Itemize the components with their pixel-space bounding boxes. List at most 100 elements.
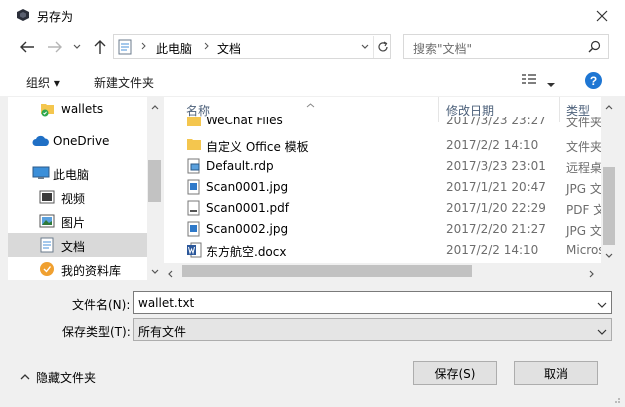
refresh-icon xyxy=(377,41,388,52)
sidebar-scrollbar[interactable] xyxy=(147,97,162,280)
pictures-folder-icon xyxy=(39,214,55,231)
recent-locations-button[interactable] xyxy=(70,36,84,58)
breadcrumb-separator-icon xyxy=(139,39,149,53)
view-dropdown-button[interactable] xyxy=(547,77,557,87)
sidebar-item-onedrive[interactable]: OneDrive xyxy=(8,129,147,153)
image-file-icon xyxy=(186,179,202,198)
library-icon xyxy=(39,261,55,280)
filetype-label: 保存类型(T): xyxy=(62,325,131,339)
close-icon xyxy=(596,10,608,22)
file-list-horizontal-scrollbar[interactable] xyxy=(164,263,601,280)
filename-field[interactable]: wallet.txt xyxy=(133,291,612,314)
breadcrumb-separator-icon xyxy=(202,39,212,53)
file-row-scan0001-pdf[interactable]: Scan0001.pdf 2017/1/20 22:29 PDF 文件 xyxy=(164,198,617,219)
file-name: Scan0001.pdf xyxy=(206,201,289,215)
sidebar-item-pictures[interactable]: 图片 xyxy=(8,209,147,233)
file-date: 2017/1/21 20:47 xyxy=(446,180,546,194)
documents-folder-icon xyxy=(118,39,132,58)
file-row-scan0001-jpg[interactable]: Scan0001.jpg 2017/1/21 20:47 JPG 文件 xyxy=(164,177,614,198)
video-folder-icon xyxy=(39,190,55,207)
sidebar-item-this-pc[interactable]: 此电脑 xyxy=(8,161,147,185)
search-input[interactable]: 搜索"文档" xyxy=(403,34,609,59)
file-row-docx[interactable]: 东方航空.docx 2017/2/2 14:10 Microsoft xyxy=(164,240,617,261)
hide-folders-toggle[interactable]: 隐藏文件夹 xyxy=(20,369,96,385)
sidebar-item-label: 我的资料库 xyxy=(61,264,122,278)
back-arrow-icon xyxy=(20,41,34,53)
scroll-thumb[interactable] xyxy=(148,160,161,202)
scroll-thumb[interactable] xyxy=(182,265,472,277)
scroll-left-arrow-icon[interactable] xyxy=(168,267,173,281)
sidebar-item-label: 文档 xyxy=(61,240,86,254)
file-row-office-templates[interactable]: 自定义 Office 模板 2017/2/2 14:10 文件夹 xyxy=(164,135,604,156)
sidebar-item-label: OneDrive xyxy=(53,134,110,148)
scroll-right-arrow-icon[interactable] xyxy=(589,267,594,281)
back-button[interactable] xyxy=(16,36,38,58)
breadcrumb-this-pc[interactable]: 此电脑 xyxy=(156,40,192,57)
rdp-file-icon xyxy=(186,158,202,177)
file-date: 2017/2/2 14:10 xyxy=(446,138,539,152)
filename-label: 文件名(N): xyxy=(72,298,131,312)
sidebar-item-library[interactable]: 我的资料库 xyxy=(8,257,147,281)
save-button[interactable]: 保存(S) xyxy=(413,361,497,385)
filename-value: wallet.txt xyxy=(138,296,195,310)
resize-grip-icon[interactable] xyxy=(611,393,621,403)
help-icon[interactable]: ? xyxy=(585,72,602,89)
filetype-select[interactable]: 所有文件 xyxy=(133,318,612,341)
hide-folders-label: 隐藏文件夹 xyxy=(36,370,97,385)
chevron-down-icon xyxy=(547,83,555,87)
file-name: WeChat Files xyxy=(206,117,283,127)
view-list-icon xyxy=(522,74,536,84)
close-button[interactable] xyxy=(588,4,616,28)
sidebar-item-label: 图片 xyxy=(61,216,86,230)
file-date: 2017/2/20 21:27 xyxy=(446,222,546,236)
address-dropdown-button[interactable] xyxy=(358,38,372,56)
forward-button[interactable] xyxy=(44,36,66,58)
scroll-thumb[interactable] xyxy=(603,167,615,245)
scroll-down-arrow-icon[interactable] xyxy=(601,247,617,263)
breadcrumb-documents[interactable]: 文档 xyxy=(217,40,241,57)
title-bar xyxy=(0,0,625,31)
chevron-down-icon xyxy=(361,44,369,49)
file-name: Scan0002.jpg xyxy=(206,222,289,236)
sidebar-item-videos[interactable]: 视频 xyxy=(8,185,147,209)
sidebar-item-label: wallets xyxy=(61,102,104,116)
file-row-wechat[interactable]: WeChat Files 2017/3/23 23:27 文件夹 xyxy=(164,117,604,129)
image-file-icon xyxy=(186,221,202,240)
app-icon xyxy=(16,8,30,22)
folder-sync-icon xyxy=(40,101,56,120)
window-title: 另存为 xyxy=(37,10,74,24)
scroll-down-arrow-icon[interactable] xyxy=(147,263,162,279)
sidebar-item-documents[interactable]: 文档 xyxy=(8,233,147,257)
new-folder-button[interactable]: 新建文件夹 xyxy=(94,74,154,91)
scrollbar-corner xyxy=(601,263,617,280)
file-list-vertical-scrollbar[interactable] xyxy=(601,97,617,263)
sidebar-item-label: 此电脑 xyxy=(53,168,90,182)
search-placeholder: 搜索"文档" xyxy=(413,42,473,56)
file-date: 2017/2/2 14:10 xyxy=(446,243,539,257)
file-type: 文件夹 xyxy=(566,117,603,129)
file-row-default-rdp[interactable]: Default.rdp 2017/3/23 23:01 远程桌面 xyxy=(164,156,614,177)
chevron-up-icon xyxy=(20,374,30,380)
scroll-up-arrow-icon[interactable] xyxy=(147,99,162,115)
address-bar[interactable]: 此电脑 文档 xyxy=(113,34,391,59)
file-name: Scan0001.jpg xyxy=(206,180,289,194)
documents-folder-icon xyxy=(40,237,54,256)
sidebar-item-wallets[interactable]: wallets xyxy=(8,97,147,121)
filetype-value: 所有文件 xyxy=(138,325,187,339)
file-row-scan0002-jpg[interactable]: Scan0002.jpg 2017/2/20 21:27 JPG 文件 xyxy=(164,219,614,240)
search-icon xyxy=(588,40,601,56)
folder-icon xyxy=(186,117,202,129)
file-date: 2017/3/23 23:01 xyxy=(446,159,546,173)
scroll-up-arrow-icon[interactable] xyxy=(601,99,617,115)
refresh-button[interactable] xyxy=(373,36,391,58)
up-button[interactable] xyxy=(89,36,111,58)
folder-icon xyxy=(186,137,202,154)
chevron-down-icon xyxy=(597,324,607,338)
organize-button[interactable]: 组织 ▾ xyxy=(26,74,60,91)
chevron-down-icon[interactable] xyxy=(597,297,607,311)
navigation-pane: wallets OneDrive 此电脑 视频 图片 文档 我的资料库 xyxy=(8,97,162,280)
cancel-button[interactable]: 取消 xyxy=(514,361,598,385)
chevron-down-icon xyxy=(73,44,81,49)
view-options-button[interactable] xyxy=(521,73,541,89)
file-name: 东方航空.docx xyxy=(206,245,287,259)
